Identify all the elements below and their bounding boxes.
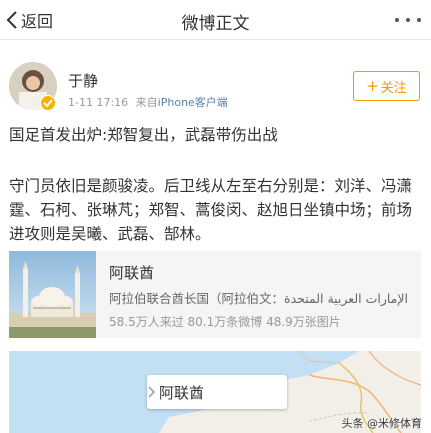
map-location-label[interactable]: 阿联酋 — [147, 375, 287, 409]
verified-badge-icon — [40, 95, 56, 111]
follow-label: 关注 — [380, 80, 407, 96]
location-stats: 58.5万人来过 80.1万条微博 48.9万张图片 — [109, 315, 341, 329]
plus-icon: + — [366, 77, 379, 95]
location-card[interactable]: 阿联酋 阿拉伯联合酋长国（阿拉伯文：الإمارات العربية المتح… — [9, 251, 421, 338]
location-title: 阿联酋 — [109, 264, 155, 282]
post-meta: 1-11 17:16 来自iPhone客户端 — [68, 94, 228, 110]
source-prefix: 来自 — [135, 96, 158, 109]
location-thumbnail — [9, 251, 96, 338]
source-link[interactable]: iPhone客户端 — [158, 96, 228, 109]
chevron-right-icon — [148, 386, 155, 398]
post-text-body: 守门员依旧是颜骏凌。后卫线从左至右分别是：刘洋、冯潇霆、石柯、张琳芃；郑智、蒿俊… — [9, 177, 413, 243]
post-author-row: 于静 1-11 17:16 来自iPhone客户端 + 关注 — [0, 62, 431, 114]
top-navbar: 返回 微博正文 — [0, 0, 431, 40]
post-text-line1: 国足首发出炉:郑智复出，武磊带伤出战 — [9, 126, 278, 144]
follow-button[interactable]: + 关注 — [353, 71, 420, 101]
more-dots-icon[interactable] — [395, 13, 421, 27]
post-timestamp: 1-11 17:16 — [68, 96, 129, 109]
watermark: 头条 @米修体育 — [341, 417, 423, 430]
location-description: 阿拉伯联合酋长国（阿拉伯文：الإمارات العربية المتحدة — [109, 291, 408, 306]
page-title: 微博正文 — [181, 14, 250, 34]
user-name[interactable]: 于静 — [68, 70, 98, 91]
map-label-text: 阿联酋 — [159, 383, 205, 402]
